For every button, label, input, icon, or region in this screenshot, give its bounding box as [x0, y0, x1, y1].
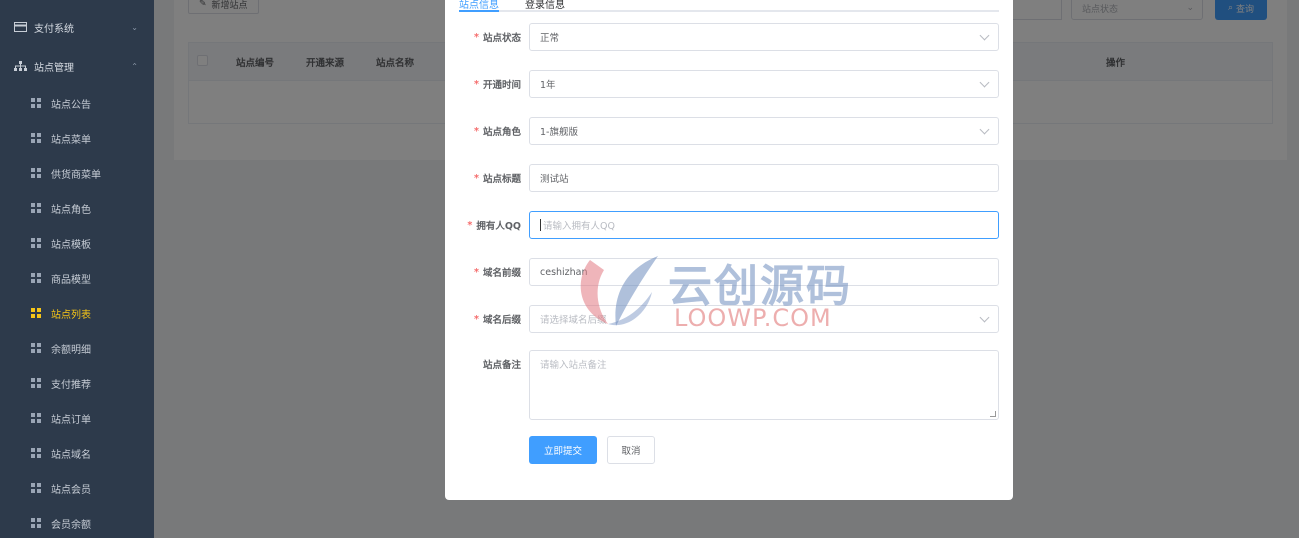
- grid-icon: [31, 238, 41, 248]
- sidebar-item-label: 会员余额: [51, 519, 91, 531]
- grid-icon: [31, 483, 41, 493]
- submit-button[interactable]: 立即提交: [529, 436, 597, 464]
- sidebar-item-site-orders[interactable]: 站点订单: [0, 403, 154, 433]
- sidebar-item-balance-detail[interactable]: 余额明细: [0, 333, 154, 363]
- sidebar-item-label: 站点订单: [51, 414, 91, 426]
- form-row-site-role: * 站点角色 1-旗舰版: [445, 117, 1013, 145]
- grid-icon: [31, 378, 41, 388]
- menu-group-label: 站点管理: [34, 62, 74, 74]
- sidebar-item-site-domain[interactable]: 站点域名: [0, 438, 154, 468]
- sitemap-icon: [14, 61, 27, 71]
- sidebar-item-site-role[interactable]: 站点角色: [0, 193, 154, 223]
- grid-icon: [31, 133, 41, 143]
- sidebar-item-label: 商品模型: [51, 274, 91, 286]
- sidebar-item-payment-recommend[interactable]: 支付推荐: [0, 368, 154, 398]
- sidebar-item-label: 站点会员: [51, 484, 91, 496]
- sidebar-item-member-balance[interactable]: 会员余额: [0, 508, 154, 538]
- sidebar-item-site-menu[interactable]: 站点菜单: [0, 123, 154, 153]
- site-remark-textarea[interactable]: 请输入站点备注: [529, 350, 999, 420]
- sidebar-item-product-model[interactable]: 商品模型: [0, 263, 154, 293]
- sidebar-item-label: 站点菜单: [51, 134, 91, 146]
- grid-icon: [31, 413, 41, 423]
- chevron-up-icon: ⌃: [131, 61, 138, 71]
- field-label: 站点备注: [482, 360, 521, 371]
- domain-prefix-input[interactable]: ceshizhan: [529, 258, 999, 286]
- domain-suffix-select[interactable]: 请选择域名后缀: [529, 305, 999, 333]
- grid-icon: [31, 448, 41, 458]
- domain-prefix-value: ceshizhan: [540, 266, 588, 278]
- form-row-domain-prefix: * 域名前缀 ceshizhan: [445, 258, 1013, 286]
- sidebar-item-label: 站点域名: [51, 449, 91, 461]
- form-row-site-title: * 站点标题 测试站: [445, 164, 1013, 192]
- owner-qq-placeholder: 请输入拥有人QQ: [543, 221, 615, 232]
- form-row-owner-qq: * 拥有人QQ 请输入拥有人QQ: [445, 211, 1013, 239]
- sidebar: 支付系统 ⌄ 站点管理 ⌃ 站点公告 站点菜单 供货商菜单 站点角色 站点模板 …: [0, 0, 154, 538]
- sidebar-item-label: 供货商菜单: [51, 169, 101, 181]
- sidebar-item-label: 站点列表: [51, 309, 91, 321]
- site-title-input[interactable]: 测试站: [529, 164, 999, 192]
- sidebar-item-label: 站点角色: [51, 204, 91, 216]
- grid-icon: [31, 518, 41, 528]
- chevron-down-icon: ⌄: [131, 22, 138, 32]
- site-role-select[interactable]: 1-旗舰版: [529, 117, 999, 145]
- site-role-value: 1-旗舰版: [540, 127, 578, 138]
- cancel-button[interactable]: 取消: [607, 436, 655, 464]
- field-label: * 域名前缀: [474, 266, 521, 280]
- field-label: * 站点标题: [474, 172, 521, 186]
- sidebar-item-label: 支付推荐: [51, 379, 91, 391]
- field-label: * 站点角色: [474, 125, 521, 139]
- open-duration-value: 1年: [540, 80, 556, 91]
- field-label: * 拥有人QQ: [467, 219, 521, 233]
- sidebar-item-site-notice[interactable]: 站点公告: [0, 88, 154, 118]
- grid-icon: [31, 203, 41, 213]
- field-label: * 开通时间: [474, 78, 521, 92]
- field-label: * 站点状态: [474, 31, 521, 45]
- form-row-site-remark: 站点备注 请输入站点备注: [445, 350, 1013, 420]
- menu-group-payment-system[interactable]: 支付系统 ⌄: [0, 12, 154, 42]
- sidebar-item-label: 余额明细: [51, 344, 91, 356]
- site-title-value: 测试站: [540, 174, 569, 185]
- grid-icon: [31, 343, 41, 353]
- tab-active-indicator: [459, 10, 499, 12]
- form-row-open-duration: * 开通时间 1年: [445, 70, 1013, 98]
- sidebar-item-site-members[interactable]: 站点会员: [0, 473, 154, 503]
- domain-suffix-placeholder: 请选择域名后缀: [540, 315, 607, 326]
- grid-icon: [31, 168, 41, 178]
- grid-icon: [31, 308, 41, 318]
- field-label: * 域名后缀: [474, 313, 521, 327]
- tab-login-info[interactable]: 登录信息: [525, 0, 565, 11]
- chevron-down-icon: [979, 77, 990, 88]
- sidebar-item-label: 站点公告: [51, 99, 91, 111]
- menu-group-site-management[interactable]: 站点管理 ⌃: [0, 51, 154, 81]
- chevron-down-icon: [979, 312, 990, 323]
- dialog-tabs: 站点信息 登录信息: [459, 0, 999, 12]
- card-icon: [14, 22, 27, 32]
- site-dialog: 站点信息 登录信息 * 站点状态 正常 * 开通时间 1年 * 站点角色 1-旗舰版 …: [445, 0, 1013, 500]
- sidebar-item-site-template[interactable]: 站点模板: [0, 228, 154, 258]
- site-status-value: 正常: [540, 33, 560, 44]
- site-status-select[interactable]: 正常: [529, 23, 999, 51]
- form-row-domain-suffix: * 域名后缀 请选择域名后缀: [445, 305, 1013, 333]
- grid-icon: [31, 98, 41, 108]
- menu-group-label: 支付系统: [34, 23, 74, 35]
- grid-icon: [31, 273, 41, 283]
- owner-qq-input[interactable]: 请输入拥有人QQ: [529, 211, 999, 239]
- sidebar-item-label: 站点模板: [51, 239, 91, 251]
- sidebar-item-site-list[interactable]: 站点列表: [0, 298, 154, 328]
- chevron-down-icon: [979, 30, 990, 41]
- site-remark-placeholder: 请输入站点备注: [540, 360, 607, 371]
- open-duration-select[interactable]: 1年: [529, 70, 999, 98]
- text-caret: [540, 219, 541, 231]
- resize-handle[interactable]: [990, 411, 996, 417]
- chevron-down-icon: [979, 124, 990, 135]
- sidebar-item-supplier-menu[interactable]: 供货商菜单: [0, 158, 154, 188]
- form-row-site-status: * 站点状态 正常: [445, 23, 1013, 51]
